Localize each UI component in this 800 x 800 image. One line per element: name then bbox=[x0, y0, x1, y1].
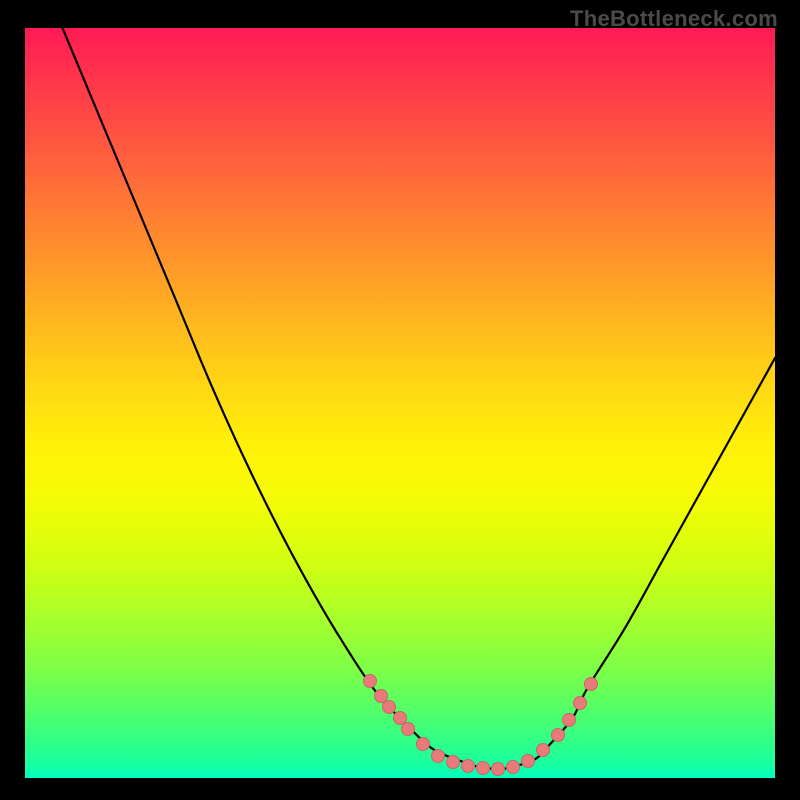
plot-area bbox=[25, 28, 775, 778]
data-point bbox=[551, 728, 565, 742]
data-point bbox=[491, 762, 505, 776]
data-point bbox=[476, 761, 490, 775]
bottleneck-curve bbox=[63, 28, 776, 769]
watermark-text: TheBottleneck.com bbox=[570, 6, 778, 32]
data-point bbox=[562, 713, 576, 727]
data-point bbox=[521, 754, 535, 768]
data-point bbox=[536, 743, 550, 757]
data-point bbox=[573, 696, 587, 710]
chart-container: TheBottleneck.com bbox=[0, 0, 800, 800]
data-point bbox=[401, 722, 415, 736]
data-point bbox=[461, 759, 475, 773]
data-point bbox=[584, 677, 598, 691]
data-point bbox=[506, 760, 520, 774]
data-point bbox=[446, 755, 460, 769]
data-point bbox=[363, 674, 377, 688]
data-point bbox=[431, 749, 445, 763]
data-point bbox=[382, 700, 396, 714]
data-point bbox=[416, 737, 430, 751]
curve-svg bbox=[25, 28, 775, 778]
